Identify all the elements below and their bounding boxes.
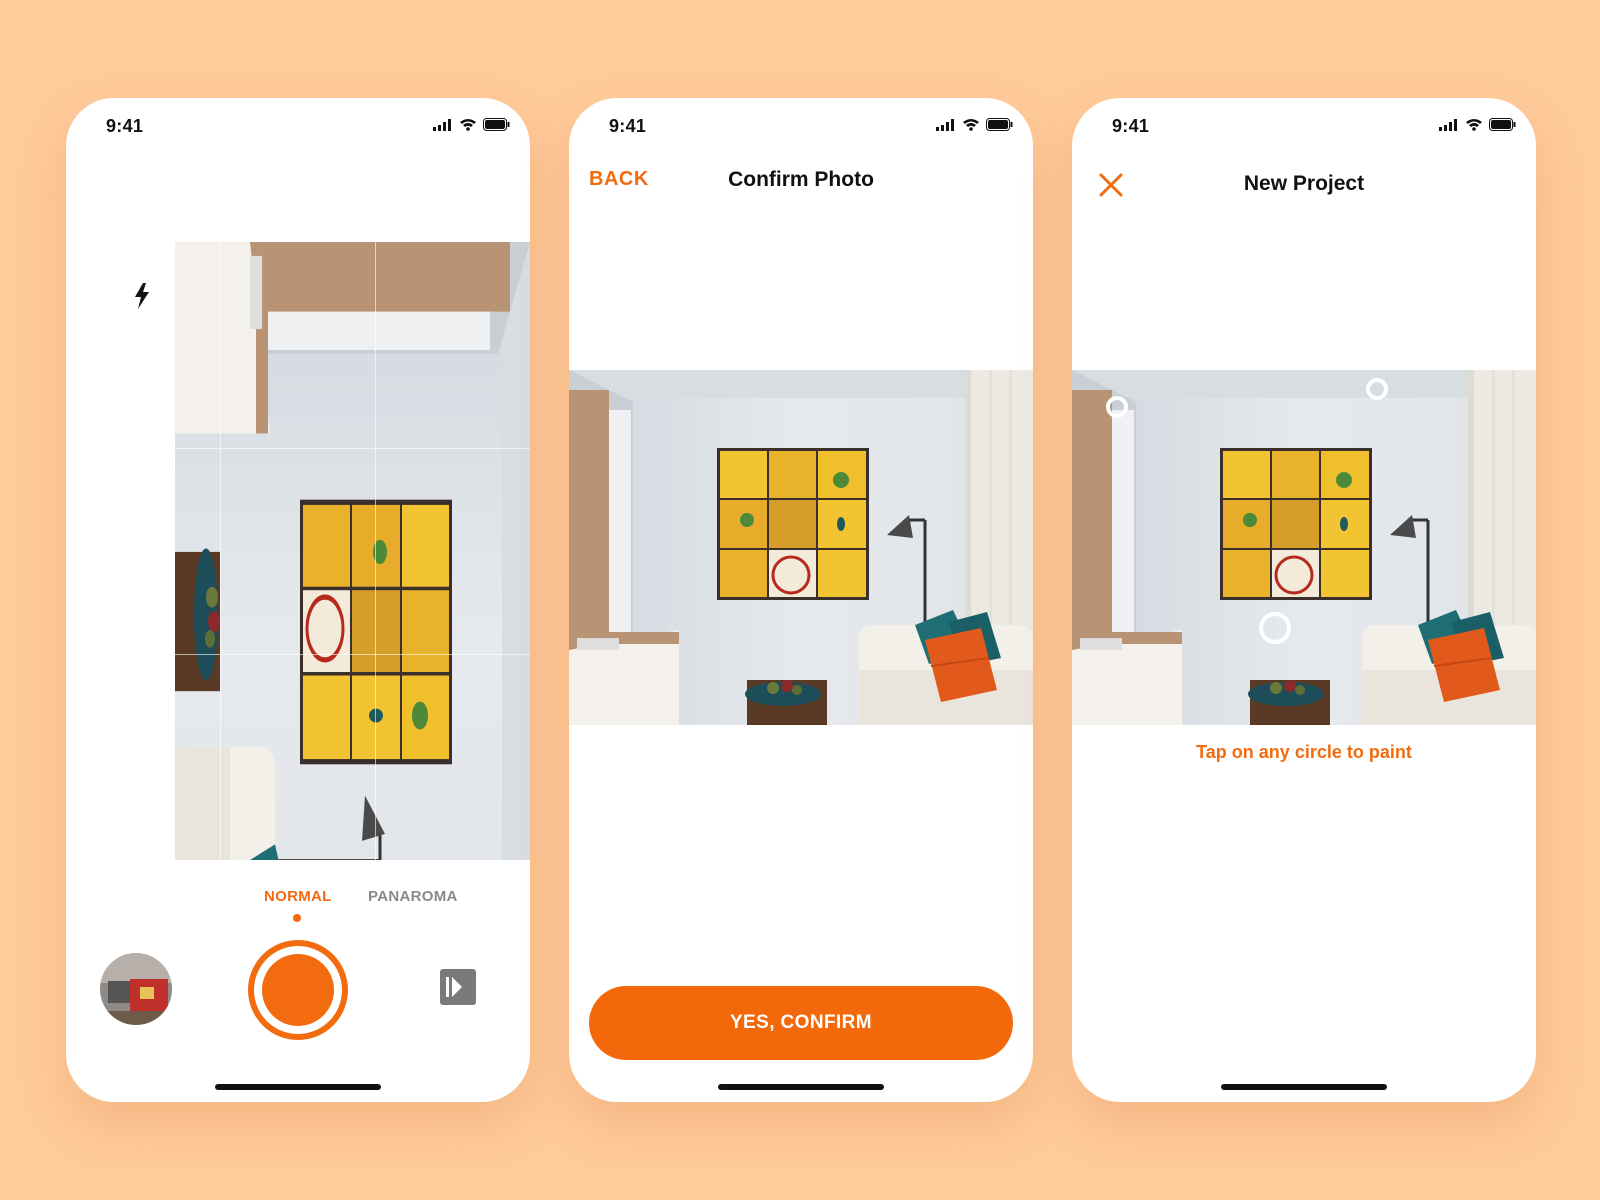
home-indicator [1221, 1084, 1387, 1090]
signal-icon [1439, 118, 1457, 131]
status-bar: 9:41 [66, 98, 530, 158]
room-photo-image [569, 370, 1033, 725]
wifi-icon [963, 119, 979, 131]
status-bar: 9:41 [1072, 98, 1536, 158]
grid-line [220, 242, 221, 860]
status-icons [1439, 118, 1516, 131]
signal-icon [936, 118, 954, 131]
grid-line [375, 242, 376, 860]
signal-icon [433, 118, 451, 131]
wifi-icon [1466, 119, 1482, 131]
camera-viewfinder[interactable] [66, 242, 530, 860]
room-preview-image [66, 242, 530, 860]
mode-normal[interactable]: NORMAL [264, 888, 332, 905]
battery-icon [483, 118, 510, 131]
paint-point[interactable] [1366, 378, 1388, 400]
status-icons [433, 118, 510, 131]
confirm-button[interactable]: YES, CONFIRM [589, 986, 1013, 1060]
shutter-button-inner [262, 954, 334, 1026]
status-time: 9:41 [1112, 116, 1150, 136]
wifi-icon [460, 119, 476, 131]
paint-point[interactable] [1106, 396, 1128, 418]
captured-photo [569, 370, 1033, 725]
paint-point[interactable] [1259, 612, 1291, 644]
confirm-photo-screen: 9:41 BACK Confirm Photo YES, CONFIRM [569, 98, 1033, 1102]
last-photo-thumbnail[interactable] [100, 953, 172, 1025]
new-project-screen: 9:41 New Project Tap on any circle to pa… [1072, 98, 1536, 1102]
paint-hint-text: Tap on any circle to paint [1196, 742, 1412, 762]
grid-line [66, 448, 530, 449]
mode-selector: NORMAL PANAROMA [66, 888, 530, 908]
status-icons [936, 118, 1013, 131]
home-indicator [215, 1084, 381, 1090]
camera-screen: 9:41 NORMAL PANAROMA [66, 98, 530, 1102]
status-time: 9:41 [106, 116, 144, 136]
page-title: New Project [1243, 172, 1365, 195]
status-bar: 9:41 [569, 98, 1033, 158]
room-photo-image [1072, 370, 1536, 725]
home-indicator [718, 1084, 884, 1090]
battery-icon [986, 118, 1013, 131]
mode-indicator-dot [293, 914, 301, 922]
status-time: 9:41 [609, 116, 647, 136]
mode-panorama[interactable]: PANAROMA [368, 888, 458, 905]
page-title: Confirm Photo [728, 168, 874, 191]
shutter-button[interactable] [248, 940, 348, 1040]
grid-line [66, 654, 530, 655]
gallery-icon[interactable] [440, 969, 476, 1005]
battery-icon [1489, 118, 1516, 131]
paintable-photo [1072, 370, 1536, 725]
